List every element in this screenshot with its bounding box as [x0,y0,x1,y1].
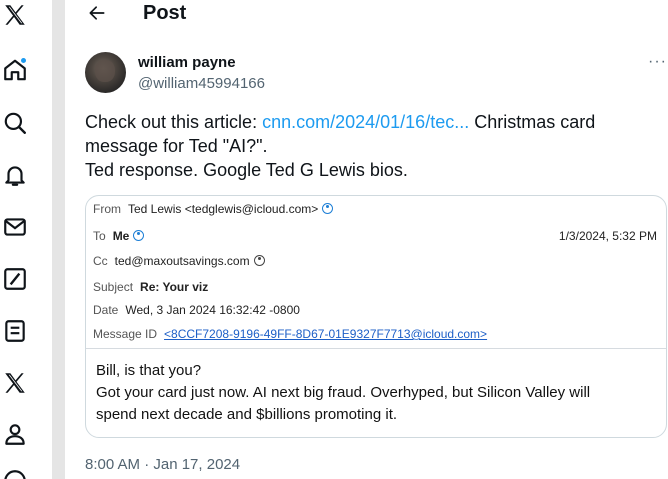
more-circle-icon[interactable] [0,466,30,479]
tweet-text: Check out this article: cnn.com/2024/01/… [85,110,660,182]
tweet-line-1: Check out this article: cnn.com/2024/01/… [85,110,660,134]
home-icon[interactable] [0,55,30,85]
date-value: Wed, 3 Jan 2024 16:32:42 -0800 [125,303,300,317]
tweet-text-suffix: Christmas card [469,112,596,132]
email-header: From Ted Lewis <tedglewis@icloud.com> To M… [86,196,666,349]
email-body-line: Got your card just now. AI next big frau… [96,384,591,401]
nav-divider [52,0,65,479]
page-title: Post [143,2,187,24]
email-cc-row: Cc ted@maxoutsavings.com [93,254,265,268]
contact-icon [253,255,265,266]
notification-dot [20,57,27,64]
email-subject-row: Subject Re: Your viz [93,280,208,294]
tweet-line-2: message for Ted "AI?". [85,136,268,156]
contact-icon [133,230,145,241]
to-label: To [93,229,106,243]
back-arrow-icon[interactable] [86,2,108,24]
email-msgid-row: Message ID <8CCF7208-9196-49FF-8D67-01E93… [93,327,487,341]
cc-value: ted@maxoutsavings.com [114,254,250,268]
to-value: Me [112,229,130,243]
subject-label: Subject [93,280,134,294]
x-logo-icon[interactable] [0,0,30,30]
email-body: Bill, is that you? Got your card just no… [96,360,656,426]
msgid-label: Message ID [93,327,158,341]
cc-label: Cc [93,254,108,268]
from-value: Ted Lewis <tedglewis@icloud.com> [128,202,319,216]
display-name[interactable]: william payne [138,54,236,72]
profile-icon[interactable] [0,419,30,449]
email-to-row: To Me [93,229,145,243]
email-from-row: From Ted Lewis <tedglewis@icloud.com> [93,202,334,216]
from-label: From [93,202,121,216]
tweet-line-3: Ted response. Google Ted G Lewis bios. [85,160,408,180]
premium-x-icon[interactable] [0,368,30,398]
more-options-icon[interactable]: ··· [648,52,667,72]
date-label: Date [93,303,119,317]
article-link[interactable]: cnn.com/2024/01/16/tec... [262,112,469,132]
bell-icon[interactable] [0,160,30,190]
contact-icon [322,203,334,214]
search-icon[interactable] [0,108,30,138]
grok-icon[interactable] [0,264,30,294]
post-header: Post [66,0,668,30]
tweet-text-prefix: Check out this article: [85,112,263,132]
user-handle[interactable]: @william45994166 [138,75,265,93]
email-image[interactable]: From Ted Lewis <tedglewis@icloud.com> To M… [85,195,667,438]
email-received-date: 1/3/2024, 5:32 PM [558,229,657,243]
email-body-line: Bill, is that you? [96,362,202,379]
lists-icon[interactable] [0,316,30,346]
avatar[interactable] [85,52,126,93]
left-nav [0,0,34,479]
mail-icon[interactable] [0,212,30,242]
post-timestamp[interactable]: 8:00 AM · Jan 17, 2024 [85,456,240,474]
msgid-value: <8CCF7208-9196-49FF-8D67-01E9327F7713@ic… [164,327,488,341]
email-date-row: Date Wed, 3 Jan 2024 16:32:42 -0800 [93,303,300,317]
email-body-line: spend next decade and $billions promotin… [96,406,398,423]
subject-value: Re: Your viz [140,280,209,294]
